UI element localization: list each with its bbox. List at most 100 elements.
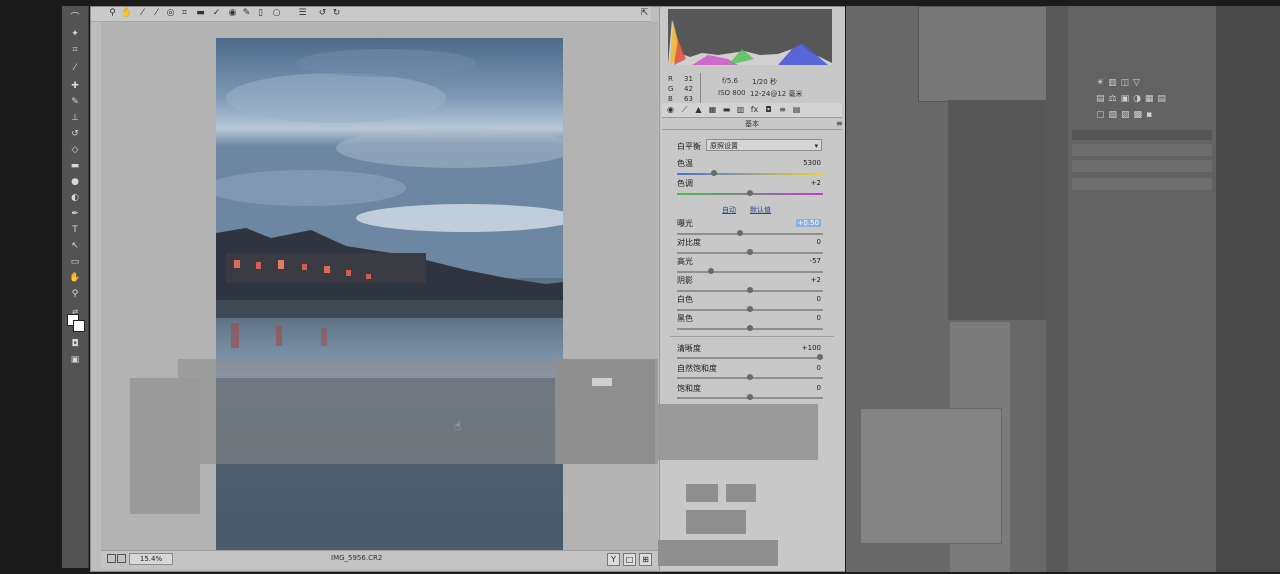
layers-lock-bar[interactable] [1072,178,1212,190]
swap-settings-button[interactable]: □ [623,553,636,566]
rotate-right-icon[interactable]: ↻ [331,8,342,19]
lasso-tool-icon[interactable]: ⌒ [68,12,82,24]
saturation-slider[interactable] [677,394,823,400]
eraser-tool-icon[interactable]: ◇ [68,144,82,156]
slider-thumb[interactable] [737,230,743,236]
tab-basic-icon[interactable]: ◉ [665,104,676,115]
rotate-left-icon[interactable]: ↺ [317,8,328,19]
radial-filter-tool-icon[interactable]: ○ [271,8,282,19]
adjustment-icons-row-3[interactable]: ▢▧▨▩▪ [1096,110,1196,120]
zoom-in-icon[interactable] [117,554,126,563]
shadows-slider[interactable] [677,287,823,293]
zoom-tool-icon[interactable]: ⚲ [68,288,82,300]
contrast-slider[interactable] [677,249,823,255]
adjustment-brush-tool-icon[interactable]: ✎ [241,8,252,19]
highlights-slider[interactable] [677,268,823,274]
slider-thumb[interactable] [747,394,753,400]
color-sampler-tool-icon[interactable]: ⁄ [151,8,162,19]
type-tool-icon[interactable]: T [68,224,82,236]
straighten-tool-icon[interactable]: ▬ [195,8,206,19]
slider-thumb[interactable] [711,170,717,176]
history-brush-tool-icon[interactable]: ↺ [68,128,82,140]
slider-thumb[interactable] [747,249,753,255]
healing-brush-tool-icon[interactable]: ✚ [68,80,82,92]
zoom-tool-icon[interactable]: ⚲ [107,8,118,19]
tab-presets-icon[interactable]: ≡ [777,104,788,115]
photo-preview[interactable] [216,38,563,559]
clarity-slider[interactable] [677,354,823,360]
tab-hsl-icon[interactable]: ▦ [707,104,718,115]
graduated-filter-tool-icon[interactable]: ▯ [255,8,266,19]
ps-adjustments-panel: ☀▥◫▽ ▤⚖▣◑▦▤ ▢▧▨▩▪ [1068,6,1216,572]
glitch-artifact-mid [555,359,655,464]
vibrance-value[interactable]: 0 [817,364,821,372]
white-balance-select[interactable]: 原照设置 ▾ [706,139,822,151]
blacks-slider[interactable] [677,325,823,331]
slider-thumb[interactable] [747,374,753,380]
tab-lens-corrections-icon[interactable]: ▥ [735,104,746,115]
zoom-level-select[interactable]: 15.4% [129,553,173,565]
slider-thumb[interactable] [747,287,753,293]
clone-stamp-tool-icon[interactable]: ⊥ [68,112,82,124]
dodge-tool-icon[interactable]: ◐ [68,192,82,204]
slider-thumb[interactable] [747,325,753,331]
crop-tool-icon[interactable]: ⌗ [68,44,82,56]
blacks-value[interactable]: 0 [817,314,821,322]
whites-slider[interactable] [677,306,823,312]
hand-tool-icon[interactable]: ✋ [121,8,132,19]
tab-detail-icon[interactable]: ▲ [693,104,704,115]
temp-slider[interactable] [677,170,823,176]
crop-tool-icon[interactable]: ⌗ [179,8,190,19]
auto-link[interactable]: 自动 [722,205,736,215]
gradient-tool-icon[interactable]: ▬ [68,160,82,172]
screen-mode-icon[interactable]: ▣ [68,354,82,366]
zoom-out-icon[interactable] [107,554,116,563]
layers-panel-tabs[interactable] [1072,130,1212,140]
exposure-slider[interactable] [677,230,823,236]
blur-tool-icon[interactable]: ● [68,176,82,188]
tab-split-toning-icon[interactable]: ▬ [721,104,732,115]
saturation-value[interactable]: 0 [817,384,821,392]
brush-tool-icon[interactable]: ✎ [68,96,82,108]
vibrance-slider[interactable] [677,374,823,380]
layers-blend-mode-bar[interactable] [1072,160,1212,172]
path-selection-tool-icon[interactable]: ↖ [68,240,82,252]
fullscreen-icon[interactable]: ⇱ [639,8,650,19]
exposure-value[interactable]: +0.50 [795,219,821,227]
contrast-value[interactable]: 0 [817,238,821,246]
whites-value[interactable]: 0 [817,295,821,303]
adjustment-icons-row-2[interactable]: ▤⚖▣◑▦▤ [1096,94,1196,104]
slider-thumb[interactable] [708,268,714,274]
quick-mask-icon[interactable]: ◘ [68,338,82,350]
clarity-value[interactable]: +100 [802,344,821,352]
temp-value[interactable]: 5300 [803,159,821,167]
tab-tone-curve-icon[interactable]: ⟋ [679,104,690,115]
shadows-value[interactable]: +2 [811,276,821,284]
tab-snapshots-icon[interactable]: ▤ [791,104,802,115]
layers-filter-bar[interactable] [1072,144,1212,156]
pen-tool-icon[interactable]: ✒ [68,208,82,220]
eyedropper-tool-icon[interactable]: ⁄ [68,62,82,74]
copy-settings-button[interactable]: ⊞ [639,553,652,566]
rectangle-tool-icon[interactable]: ▭ [68,256,82,268]
slider-thumb[interactable] [747,306,753,312]
slider-thumb[interactable] [747,190,753,196]
before-after-toggle[interactable]: Y [607,553,620,566]
targeted-adjustment-tool-icon[interactable]: ◎ [165,8,176,19]
background-color-swatch[interactable] [73,320,85,332]
white-balance-tool-icon[interactable]: ⁄ [137,8,148,19]
slider-thumb[interactable] [817,354,823,360]
default-link[interactable]: 默认值 [750,205,771,215]
spot-removal-tool-icon[interactable]: ✓ [211,8,222,19]
tint-value[interactable]: +2 [811,179,821,187]
tab-effects-icon[interactable]: fx [749,104,760,115]
highlights-value[interactable]: -57 [810,257,821,265]
adjustment-icons-row-1[interactable]: ☀▥◫▽ [1096,78,1186,88]
hand-tool-icon[interactable]: ✋ [68,272,82,284]
tab-camera-calibration-icon[interactable]: ◘ [763,104,774,115]
panel-menu-icon[interactable]: ≡ [836,119,843,128]
preferences-icon[interactable]: ☰ [297,8,308,19]
red-eye-tool-icon[interactable]: ◉ [227,8,238,19]
magic-wand-tool-icon[interactable]: ✦ [68,28,82,40]
tint-slider[interactable] [677,190,823,196]
